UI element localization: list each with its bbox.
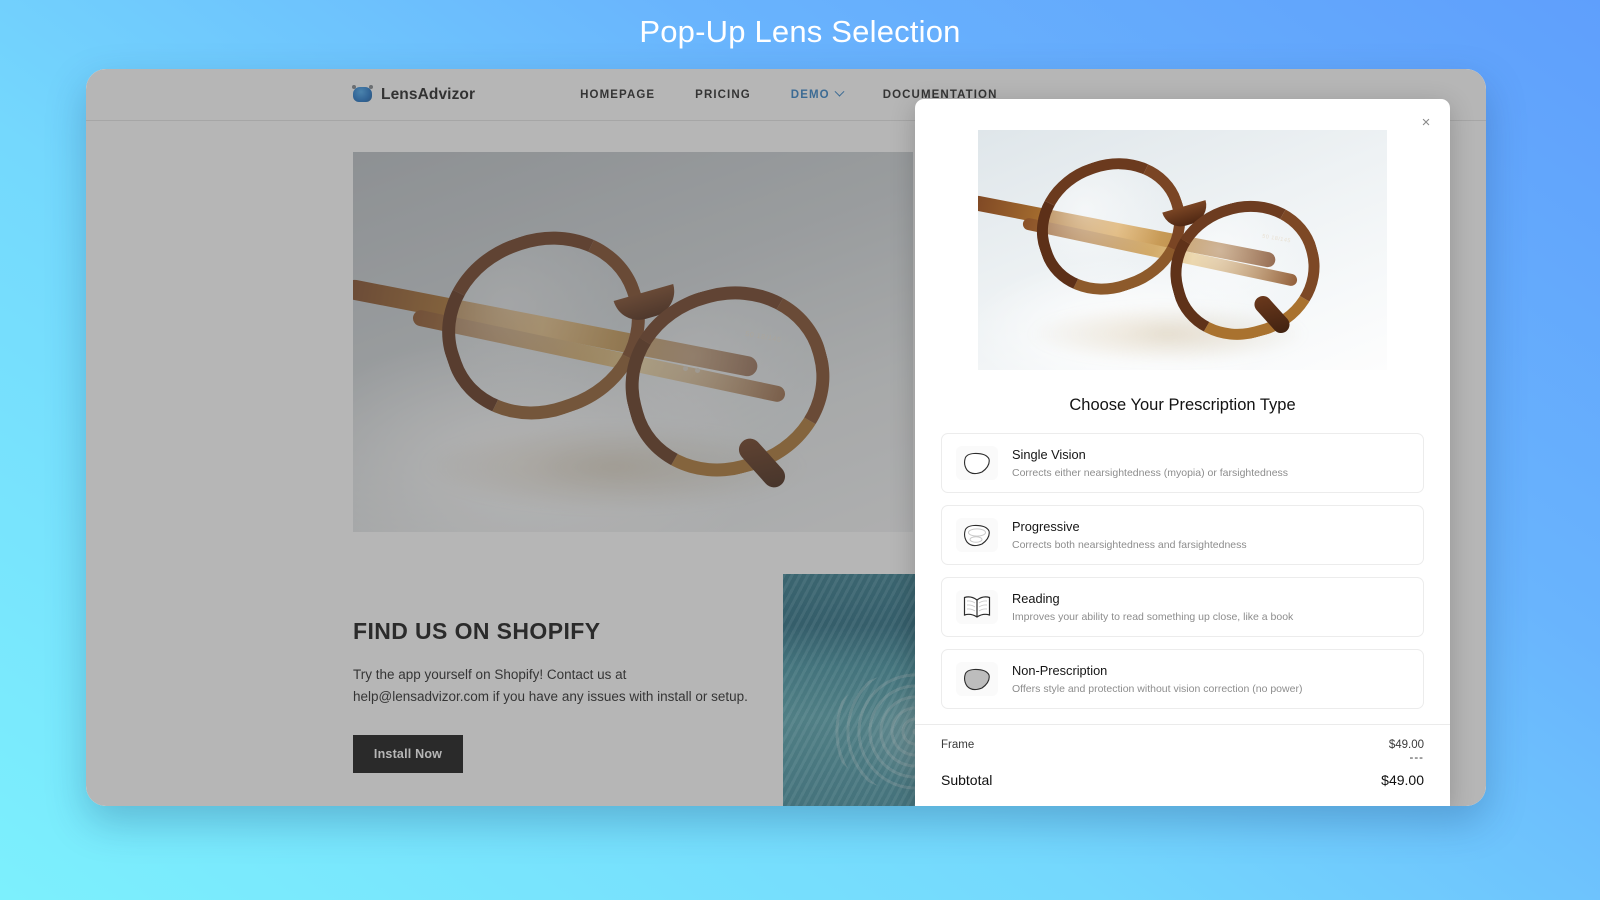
summary-frame-price: $49.00 bbox=[1388, 739, 1424, 751]
open-book-icon bbox=[956, 590, 998, 624]
option-description: Corrects either nearsightedness (myopia)… bbox=[1012, 467, 1289, 479]
option-text: Single Vision Corrects either nearsighte… bbox=[1012, 447, 1288, 479]
summary-subtotal-row: Subtotal $49.00 bbox=[941, 772, 1424, 788]
option-title: Reading bbox=[1012, 591, 1060, 606]
tinted-lens-icon bbox=[956, 662, 998, 696]
option-text: Progressive Corrects both nearsightednes… bbox=[1012, 519, 1247, 551]
option-non-prescription[interactable]: Non-Prescription Offers style and protec… bbox=[941, 649, 1424, 709]
close-icon[interactable]: × bbox=[1415, 111, 1437, 133]
summary-subtotal-label: Subtotal bbox=[941, 772, 993, 788]
option-title: Single Vision bbox=[1012, 447, 1086, 462]
option-title: Progressive bbox=[1012, 519, 1080, 534]
option-progressive[interactable]: Progressive Corrects both nearsightednes… bbox=[941, 505, 1424, 565]
browser-window: LensAdvizor HOMEPAGE PRICING DEMO DOCUME… bbox=[86, 69, 1486, 806]
single-vision-lens-icon bbox=[956, 446, 998, 480]
option-description: Corrects both nearsightedness and farsig… bbox=[1012, 539, 1247, 551]
page-title: Pop-Up Lens Selection bbox=[639, 14, 961, 49]
progressive-lens-icon bbox=[956, 518, 998, 552]
summary-divider: --- bbox=[1409, 752, 1424, 764]
option-title: Non-Prescription bbox=[1012, 663, 1108, 678]
option-reading[interactable]: Reading Improves your ability to read so… bbox=[941, 577, 1424, 637]
summary-frame-label: Frame bbox=[941, 739, 975, 751]
prescription-option-list: Single Vision Corrects either nearsighte… bbox=[915, 433, 1450, 709]
modal-product-image: 50 18/145 bbox=[978, 130, 1387, 370]
option-description: Improves your ability to read something … bbox=[1012, 611, 1294, 623]
option-text: Non-Prescription Offers style and protec… bbox=[1012, 663, 1302, 695]
summary-frame-row: Frame $49.00 bbox=[941, 739, 1424, 751]
prescription-type-modal: × 50 18/145 Choose Your Prescription Typ… bbox=[915, 99, 1450, 806]
option-single-vision[interactable]: Single Vision Corrects either nearsighte… bbox=[941, 433, 1424, 493]
modal-scroll-area[interactable]: 50 18/145 Choose Your Prescription Type … bbox=[915, 99, 1450, 724]
modal-heading: Choose Your Prescription Type bbox=[1069, 396, 1296, 414]
option-description: Offers style and protection without visi… bbox=[1012, 683, 1303, 695]
summary-subtotal-price: $49.00 bbox=[1381, 772, 1424, 788]
option-text: Reading Improves your ability to read so… bbox=[1012, 591, 1293, 623]
order-summary: Frame $49.00 --- Subtotal $49.00 bbox=[915, 724, 1450, 806]
